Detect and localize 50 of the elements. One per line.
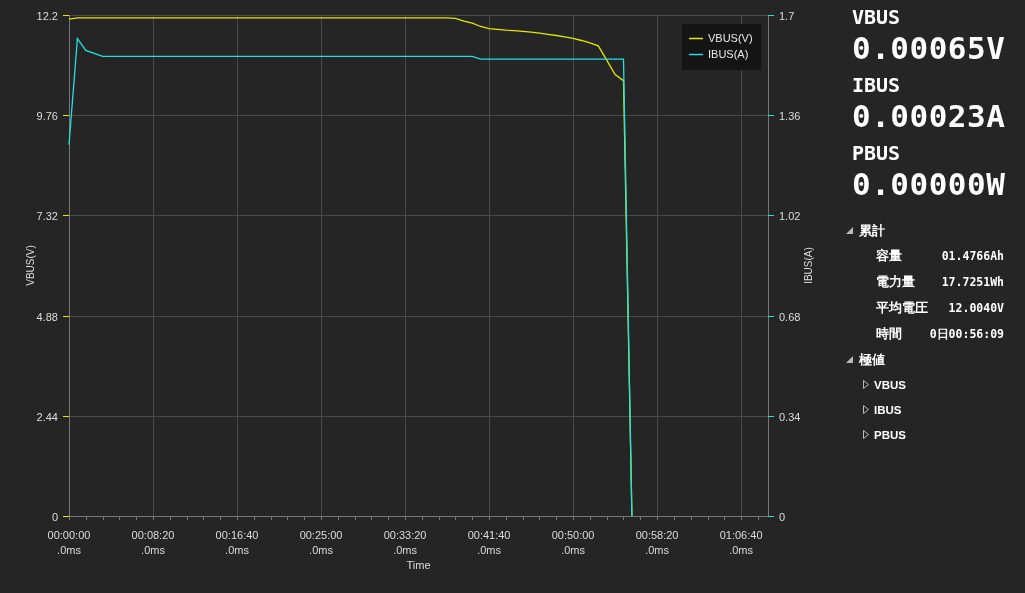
- stat-label: 電力量: [876, 273, 915, 291]
- expanded-arrow-icon[interactable]: [846, 355, 854, 364]
- reading-value: 0.00065V: [852, 29, 1006, 68]
- x-tick-label: 00:58:20 .0ms: [635, 529, 679, 556]
- collapsed-arrow-icon[interactable]: [862, 430, 870, 439]
- tree-item[interactable]: IBUS: [874, 403, 902, 416]
- y-tick-label: 12.2: [36, 9, 58, 22]
- x-tick-label: 01:06:40 .0ms: [719, 529, 763, 556]
- legend-label: IBUS(A): [708, 48, 749, 60]
- reading-label: IBUS: [852, 74, 901, 96]
- x-axis-title: Time: [406, 559, 431, 571]
- stat-label: 平均電圧: [876, 299, 928, 317]
- y-axis-title: VBUS(V): [25, 245, 36, 286]
- expanded-arrow-icon[interactable]: [846, 226, 854, 235]
- reading-label: VBUS: [852, 6, 901, 28]
- tree-item[interactable]: PBUS: [874, 428, 906, 441]
- stat-value: 01.4766Ah: [941, 249, 1004, 263]
- tree-item[interactable]: 極値: [859, 350, 885, 369]
- y-tick-label: 4.88: [36, 310, 58, 323]
- stat-label: 容量: [876, 247, 902, 265]
- reading-label: PBUS: [852, 142, 901, 164]
- y-tick-label: 9.76: [36, 109, 58, 122]
- x-tick-label: 00:33:20 .0ms: [383, 529, 427, 556]
- y-tick-label: 0: [51, 510, 58, 523]
- x-tick-label: 00:50:00 .0ms: [551, 529, 595, 556]
- y-tick-label: 1.36: [779, 109, 801, 122]
- reading-value: 0.00000W: [852, 165, 1006, 204]
- y-tick-label: 7.32: [36, 209, 58, 222]
- stat-value: 0日00:56:09: [929, 326, 1004, 342]
- y-tick-label: 0: [779, 510, 786, 523]
- x-tick-label: 00:00:00 .0ms: [47, 529, 91, 556]
- y-axis-title: IBUS(A): [803, 247, 814, 284]
- tree-item[interactable]: 累計: [859, 221, 885, 240]
- stat-label: 時間: [876, 325, 902, 343]
- x-tick-label: 00:25:00 .0ms: [299, 529, 343, 556]
- collapsed-arrow-icon[interactable]: [862, 380, 870, 389]
- x-tick-label: 00:08:20 .0ms: [131, 529, 175, 556]
- collapsed-arrow-icon[interactable]: [862, 405, 870, 414]
- y-tick-label: 1.02: [779, 209, 801, 222]
- stat-value: 12.0040V: [948, 301, 1004, 315]
- x-tick-label: 00:41:40 .0ms: [467, 529, 511, 556]
- y-tick-label: 0.34: [779, 410, 801, 423]
- x-tick-label: 00:16:40 .0ms: [215, 529, 259, 556]
- y-tick-label: 0.68: [779, 310, 801, 323]
- y-tick-label: 1.7: [779, 9, 795, 22]
- stat-value: 17.7251Wh: [941, 275, 1004, 289]
- y-tick-label: 2.44: [36, 410, 58, 423]
- tree-item[interactable]: VBUS: [874, 378, 906, 391]
- reading-value: 0.00023A: [852, 97, 1006, 136]
- legend-label: VBUS(V): [708, 32, 753, 44]
